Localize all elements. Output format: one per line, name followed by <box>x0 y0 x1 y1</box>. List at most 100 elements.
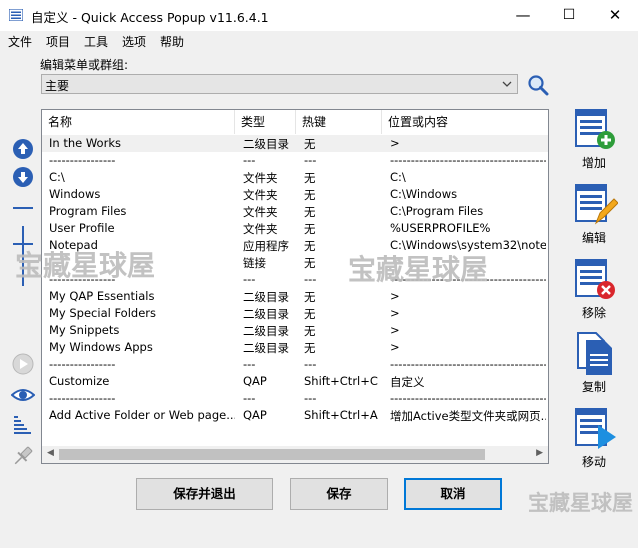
maximize-button[interactable]: ☐ <box>546 0 592 31</box>
group-label: 编辑菜单或群组: <box>40 58 129 72</box>
table-row[interactable]: Program Files 文件夹 无 C:\Program Files <box>42 203 548 220</box>
group-select-value: 主要 <box>45 79 70 93</box>
row-location: ----------------------------------------… <box>390 391 546 405</box>
row-type: --- <box>243 391 256 405</box>
save-exit-button[interactable]: 保存并退出 <box>136 478 273 510</box>
table-row[interactable]: Windows 文件夹 无 C:\Windows <box>42 186 548 203</box>
copy-button[interactable]: 复制 <box>570 332 618 402</box>
separator-icon[interactable] <box>11 196 35 220</box>
row-type: QAP <box>243 408 267 422</box>
row-location: > <box>390 306 400 320</box>
row-hotkey: 无 <box>304 188 316 202</box>
row-type: 二级目录 <box>243 341 289 355</box>
column-header-name[interactable]: 名称 <box>42 110 235 134</box>
move-label: 移动 <box>581 455 606 469</box>
eye-icon[interactable] <box>11 383 35 407</box>
row-name: Customize <box>49 374 110 388</box>
table-row[interactable]: ---------------- --- --- ------------------… <box>42 152 548 169</box>
row-name: ---------------- <box>49 357 116 371</box>
remove-label: 移除 <box>581 306 606 320</box>
menu-options[interactable]: 选项 <box>122 33 146 50</box>
row-hotkey: 无 <box>304 205 316 219</box>
row-type: 应用程序 <box>243 239 289 253</box>
table-row[interactable]: In the Works 二级目录 无 > <box>42 135 548 152</box>
row-location: > <box>390 289 400 303</box>
watermark-center: 宝藏星球屋 <box>348 253 489 286</box>
menu-tools[interactable]: 工具 <box>84 33 108 50</box>
table-row[interactable]: C:\ 文件夹 无 C:\ <box>42 169 548 186</box>
row-hotkey: --- <box>304 153 317 167</box>
edit-button[interactable]: 编辑 <box>570 183 619 253</box>
row-location: ----------------------------------------… <box>390 357 546 371</box>
play-icon[interactable] <box>11 352 35 376</box>
close-button[interactable]: ✕ <box>592 0 638 31</box>
chevron-down-icon <box>502 76 514 92</box>
horizontal-scrollbar[interactable]: ◀ ▶ <box>42 446 548 463</box>
row-type: 链接 <box>243 256 266 270</box>
row-location: 自定义 <box>390 375 425 389</box>
row-name: Program Files <box>49 204 127 218</box>
table-row[interactable]: My Snippets 二级目录 无 > <box>42 322 548 339</box>
row-type: 文件夹 <box>243 222 278 236</box>
row-hotkey: Shift+Ctrl+A <box>304 408 378 422</box>
edit-label: 编辑 <box>581 231 606 245</box>
remove-button[interactable]: 移除 <box>570 258 618 328</box>
table-row[interactable]: My Windows Apps 二级目录 无 > <box>42 339 548 356</box>
table-row[interactable]: ---------------- --- --- ------------------… <box>42 390 548 407</box>
sort-icon[interactable] <box>11 413 35 437</box>
table-row[interactable]: My QAP Essentials 二级目录 无 > <box>42 288 548 305</box>
copy-label: 复制 <box>581 380 606 394</box>
row-name: My Windows Apps <box>49 340 153 354</box>
cancel-button[interactable]: 取消 <box>404 478 502 510</box>
watermark-left: 宝藏星球屋 <box>15 249 156 282</box>
search-icon[interactable] <box>527 74 549 96</box>
row-name: Windows <box>49 187 101 201</box>
column-header-location[interactable]: 位置或内容 <box>382 110 548 134</box>
row-name: ---------------- <box>49 391 116 405</box>
table-row[interactable]: Customize QAP Shift+Ctrl+C 自定义 <box>42 373 548 390</box>
minimize-button[interactable]: — <box>500 0 546 31</box>
row-location: ----------------------------------------… <box>390 153 546 167</box>
watermark-bottom: 宝藏星球屋 <box>528 491 633 515</box>
row-type: --- <box>243 272 256 286</box>
row-hotkey: 无 <box>304 171 316 185</box>
pin-icon[interactable] <box>11 444 35 468</box>
scrollbar-thumb[interactable] <box>59 449 485 460</box>
menu-item[interactable]: 项目 <box>46 33 70 50</box>
row-name: Add Active Folder or Web page... <box>49 408 235 422</box>
row-hotkey: 无 <box>304 137 316 151</box>
window-title: 自定义 - Quick Access Popup v11.6.4.1 <box>31 10 269 25</box>
scroll-right-icon[interactable]: ▶ <box>536 448 543 458</box>
row-type: 二级目录 <box>243 307 289 321</box>
add-label: 增加 <box>581 156 606 170</box>
table-row[interactable]: Add Active Folder or Web page... QAP Shift… <box>42 407 548 424</box>
copy-icon <box>577 332 612 375</box>
row-name: In the Works <box>49 136 121 150</box>
row-type: 二级目录 <box>243 290 289 304</box>
row-hotkey: 无 <box>304 290 316 304</box>
row-location: C:\Program Files <box>390 204 484 218</box>
table-row[interactable]: My Special Folders 二级目录 无 > <box>42 305 548 322</box>
menu-help[interactable]: 帮助 <box>160 33 184 50</box>
row-type: 二级目录 <box>243 324 289 338</box>
column-header-type[interactable]: 类型 <box>235 110 296 134</box>
group-select[interactable]: 主要 <box>41 74 518 94</box>
row-location: %USERPROFILE% <box>390 221 491 235</box>
row-name: My Snippets <box>49 323 120 337</box>
row-hotkey: --- <box>304 391 317 405</box>
row-location: > <box>390 136 400 150</box>
move-button[interactable]: 移动 <box>570 407 618 477</box>
row-name: ---------------- <box>49 153 116 167</box>
row-name: My QAP Essentials <box>49 289 155 303</box>
scroll-left-icon[interactable]: ◀ <box>47 448 54 458</box>
menu-file[interactable]: 文件 <box>8 33 32 50</box>
save-button[interactable]: 保存 <box>290 478 388 510</box>
row-hotkey: 无 <box>304 307 316 321</box>
column-header-hotkey[interactable]: 热键 <box>296 110 382 134</box>
add-button[interactable]: 增加 <box>570 108 618 178</box>
arrow-down-icon[interactable] <box>11 165 35 189</box>
table-row[interactable]: User Profile 文件夹 无 %USERPROFILE% <box>42 220 548 237</box>
arrow-up-icon[interactable] <box>11 137 35 161</box>
row-type: 文件夹 <box>243 205 278 219</box>
table-row[interactable]: ---------------- --- --- ------------------… <box>42 356 548 373</box>
